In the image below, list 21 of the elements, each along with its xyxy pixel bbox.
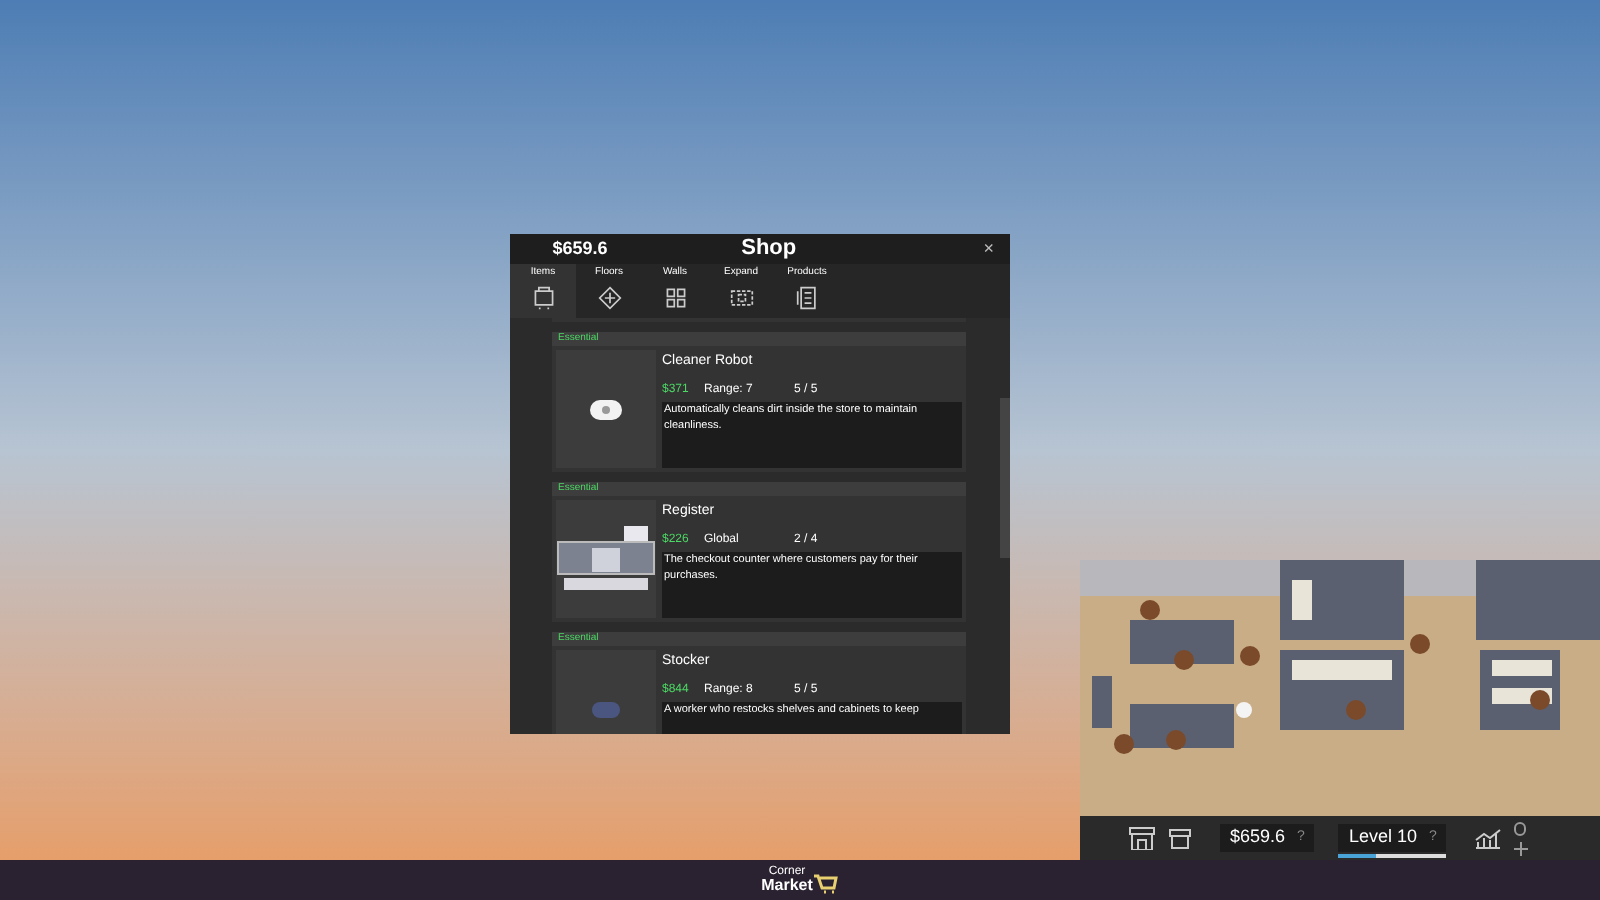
store-icon[interactable] <box>1128 826 1156 850</box>
diamond-icon <box>597 286 621 310</box>
level-label: Level 10 <box>1348 824 1417 851</box>
window-title: Shop <box>741 234 797 265</box>
worker-icon <box>592 701 620 717</box>
cart-icon <box>814 874 839 894</box>
frame-icon <box>729 286 753 310</box>
shelf-icon <box>795 286 819 310</box>
money-amount: $659.6 <box>550 235 610 262</box>
register-counter-icon <box>556 525 656 593</box>
cart-icon <box>531 286 555 310</box>
scrollbar[interactable] <box>1000 398 1010 558</box>
box-icon[interactable] <box>1168 827 1192 849</box>
move-icon <box>1514 841 1529 855</box>
grid-icon <box>663 286 687 310</box>
money-amount: $659.6 <box>1230 824 1286 851</box>
chart-icon[interactable] <box>1474 827 1503 849</box>
close-button[interactable]: × <box>967 235 1010 263</box>
mouse-icon <box>1514 821 1527 835</box>
robot-vacuum-icon <box>588 397 624 421</box>
logo-text: Market <box>761 878 813 894</box>
